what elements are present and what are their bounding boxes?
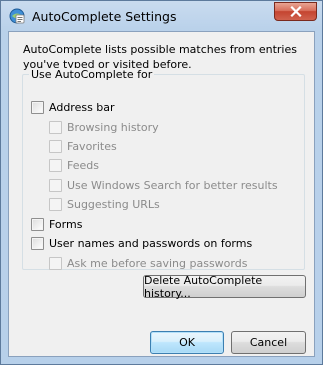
feeds-checkbox [49, 158, 62, 172]
windows-search-option: Use Windows Search for better results [49, 177, 278, 193]
favorites-checkbox [49, 139, 62, 153]
forms-label: Forms [49, 217, 83, 231]
ask-before-saving-checkbox [49, 256, 62, 270]
usernames-passwords-label: User names and passwords on forms [49, 236, 253, 250]
autocomplete-settings-dialog: AutoComplete Settings AutoComplete lists… [0, 0, 323, 365]
windows-search-checkbox [49, 178, 62, 192]
ok-button[interactable]: OK [150, 331, 224, 354]
groupbox-legend: Use AutoComplete for [29, 68, 155, 81]
feeds-option: Feeds [49, 157, 99, 173]
browsing-history-label: Browsing history [67, 120, 159, 134]
close-icon [289, 6, 302, 17]
address-bar-label: Address bar [49, 100, 115, 114]
usernames-passwords-checkbox[interactable] [31, 236, 44, 250]
address-bar-option[interactable]: Address bar [31, 99, 115, 115]
forms-checkbox[interactable] [31, 217, 44, 231]
delete-autocomplete-history-button[interactable]: Delete AutoComplete history... [143, 274, 306, 300]
ask-before-saving-option: Ask me before saving passwords [49, 255, 247, 271]
usernames-passwords-option[interactable]: User names and passwords on forms [31, 235, 252, 251]
autocomplete-settings-icon [9, 8, 25, 24]
window-title: AutoComplete Settings [32, 9, 177, 24]
windows-search-label: Use Windows Search for better results [67, 178, 278, 192]
address-bar-checkbox[interactable] [31, 100, 44, 114]
suggesting-urls-option: Suggesting URLs [49, 196, 160, 212]
browsing-history-option: Browsing history [49, 119, 159, 135]
feeds-label: Feeds [67, 158, 99, 172]
dialog-body: AutoComplete lists possible matches from… [8, 31, 315, 357]
suggesting-urls-checkbox [49, 197, 62, 211]
cancel-button[interactable]: Cancel [231, 331, 306, 354]
close-button[interactable] [274, 2, 317, 21]
favorites-option: Favorites [49, 138, 117, 154]
title-bar[interactable]: AutoComplete Settings [1, 1, 322, 31]
ask-before-saving-label: Ask me before saving passwords [67, 256, 248, 270]
forms-option[interactable]: Forms [31, 216, 82, 232]
browsing-history-checkbox [49, 120, 62, 134]
favorites-label: Favorites [67, 139, 117, 153]
suggesting-urls-label: Suggesting URLs [67, 197, 160, 211]
